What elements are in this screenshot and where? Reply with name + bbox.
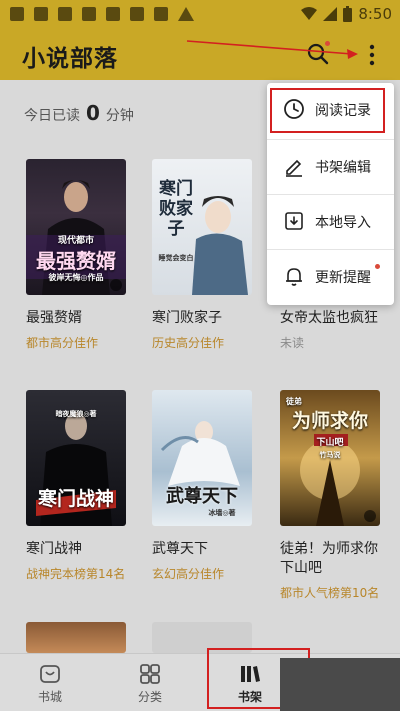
book-tag: 都市高分佳作 <box>26 336 99 350</box>
cover-author: 竹马说 <box>319 450 341 459</box>
pen-icon <box>286 159 302 177</box>
book-card[interactable]: 现代都市 最强赘婿 彼岸无悔◎作品 最强赘婿 都市高分佳作 <box>26 159 130 351</box>
cover-title: 为师求你 <box>291 410 368 432</box>
update-badge-dot <box>375 264 380 269</box>
book-tag: 玄幻高分佳作 <box>152 567 225 581</box>
cover-title: 寒门败家子 <box>159 179 193 239</box>
book-tag: 未读 <box>280 336 305 350</box>
book-title[interactable]: 女帝太监也疯狂 <box>280 309 384 328</box>
notification-icon <box>10 7 24 21</box>
reading-today-label: 今日已读 <box>24 108 80 124</box>
book-cover-partial[interactable] <box>26 622 126 653</box>
book-title[interactable]: 武尊天下 <box>152 540 256 559</box>
reading-unit: 分钟 <box>105 108 134 124</box>
book-card[interactable]: 武尊天下 冰墙◎著 武尊天下 玄幻高分佳作 <box>152 390 256 582</box>
reading-minutes: 0 <box>86 101 100 125</box>
notification-icon <box>130 7 144 21</box>
cover-author: 暗夜魔狼◎著 <box>55 409 97 418</box>
nav-item-bookstore[interactable]: 书城 <box>0 654 100 711</box>
overlay-block <box>280 658 400 711</box>
book-card[interactable]: 暗夜魔狼◎著 寒门战神 寒门战神 战神完本榜第14名 <box>26 390 130 582</box>
menu-item-label: 本地导入 <box>315 215 371 231</box>
cover-author: 冰墙◎著 <box>208 508 236 517</box>
search-badge-dot <box>325 41 330 46</box>
warning-icon <box>178 7 194 21</box>
book-title[interactable]: 徒弟！为师求你下山吧 <box>280 540 384 578</box>
status-bar: 8:50 <box>0 0 400 30</box>
store-icon <box>40 665 60 683</box>
cover-title: 武尊天下 <box>166 486 238 507</box>
wifi-icon <box>301 7 318 20</box>
app-header: 小说部落 <box>0 30 400 80</box>
notification-icon <box>106 7 120 21</box>
signal-icon <box>323 7 338 21</box>
book-tag: 战神完本榜第14名 <box>26 567 126 581</box>
book-cover[interactable]: 现代都市 最强赘婿 彼岸无悔◎作品 <box>26 159 126 295</box>
overflow-menu: 阅读记录 书架编辑 本地导入 更新提醒 <box>267 83 394 305</box>
bell-icon <box>286 268 302 286</box>
book-cover[interactable]: 寒门败家子 睡觉会变白 <box>152 159 252 295</box>
menu-item-label: 更新提醒 <box>315 270 371 286</box>
book-title[interactable]: 最强赘婿 <box>26 309 130 328</box>
book-card[interactable]: 徒弟 为师求你 下山吧 竹马说 徒弟！为师求你下山吧 都市人气榜第10名 <box>280 390 384 601</box>
bookshelf-icon <box>241 666 260 682</box>
menu-item-label: 书架编辑 <box>315 160 371 176</box>
menu-item-bookshelf-edit[interactable]: 书架编辑 <box>267 140 394 194</box>
notification-icon <box>58 7 72 21</box>
import-icon <box>285 212 303 230</box>
menu-item-update-reminder[interactable]: 更新提醒 <box>267 250 394 304</box>
headphone-icon <box>364 510 376 522</box>
notification-icon <box>82 7 96 21</box>
book-cover-partial[interactable] <box>152 622 252 653</box>
app-title: 小说部落 <box>22 46 118 72</box>
status-time: 8:50 <box>358 5 392 23</box>
book-cover[interactable]: 暗夜魔狼◎著 寒门战神 <box>26 390 126 526</box>
notification-icon <box>34 7 48 21</box>
headphone-icon <box>110 279 122 291</box>
nav-item-category[interactable]: 分类 <box>100 654 200 711</box>
cover-banner: 下山吧 <box>316 438 344 448</box>
more-options-icon[interactable] <box>362 42 382 68</box>
reading-today: 今日已读 0 分钟 <box>24 101 134 125</box>
nav-label: 分类 <box>137 690 162 704</box>
cover-title: 寒门战神 <box>37 488 114 510</box>
book-cover[interactable]: 武尊天下 冰墙◎著 <box>152 390 252 526</box>
notification-icon <box>154 7 168 21</box>
book-title[interactable]: 寒门败家子 <box>152 309 256 328</box>
book-title[interactable]: 寒门战神 <box>26 540 130 559</box>
menu-item-local-import[interactable]: 本地导入 <box>267 195 394 249</box>
highlight-box <box>270 88 385 133</box>
book-card[interactable]: 寒门败家子 睡觉会变白 寒门败家子 历史高分佳作 <box>152 159 256 351</box>
nav-label: 书城 <box>37 690 62 704</box>
cover-author: 睡觉会变白 <box>158 253 194 262</box>
cover-title: 最强赘婿 <box>36 249 116 273</box>
book-tag: 历史高分佳作 <box>152 336 225 350</box>
grid-icon <box>140 664 160 684</box>
battery-icon <box>343 6 353 22</box>
book-tag: 都市人气榜第10名 <box>280 586 380 600</box>
book-cover[interactable]: 徒弟 为师求你 下山吧 竹马说 <box>280 390 380 526</box>
